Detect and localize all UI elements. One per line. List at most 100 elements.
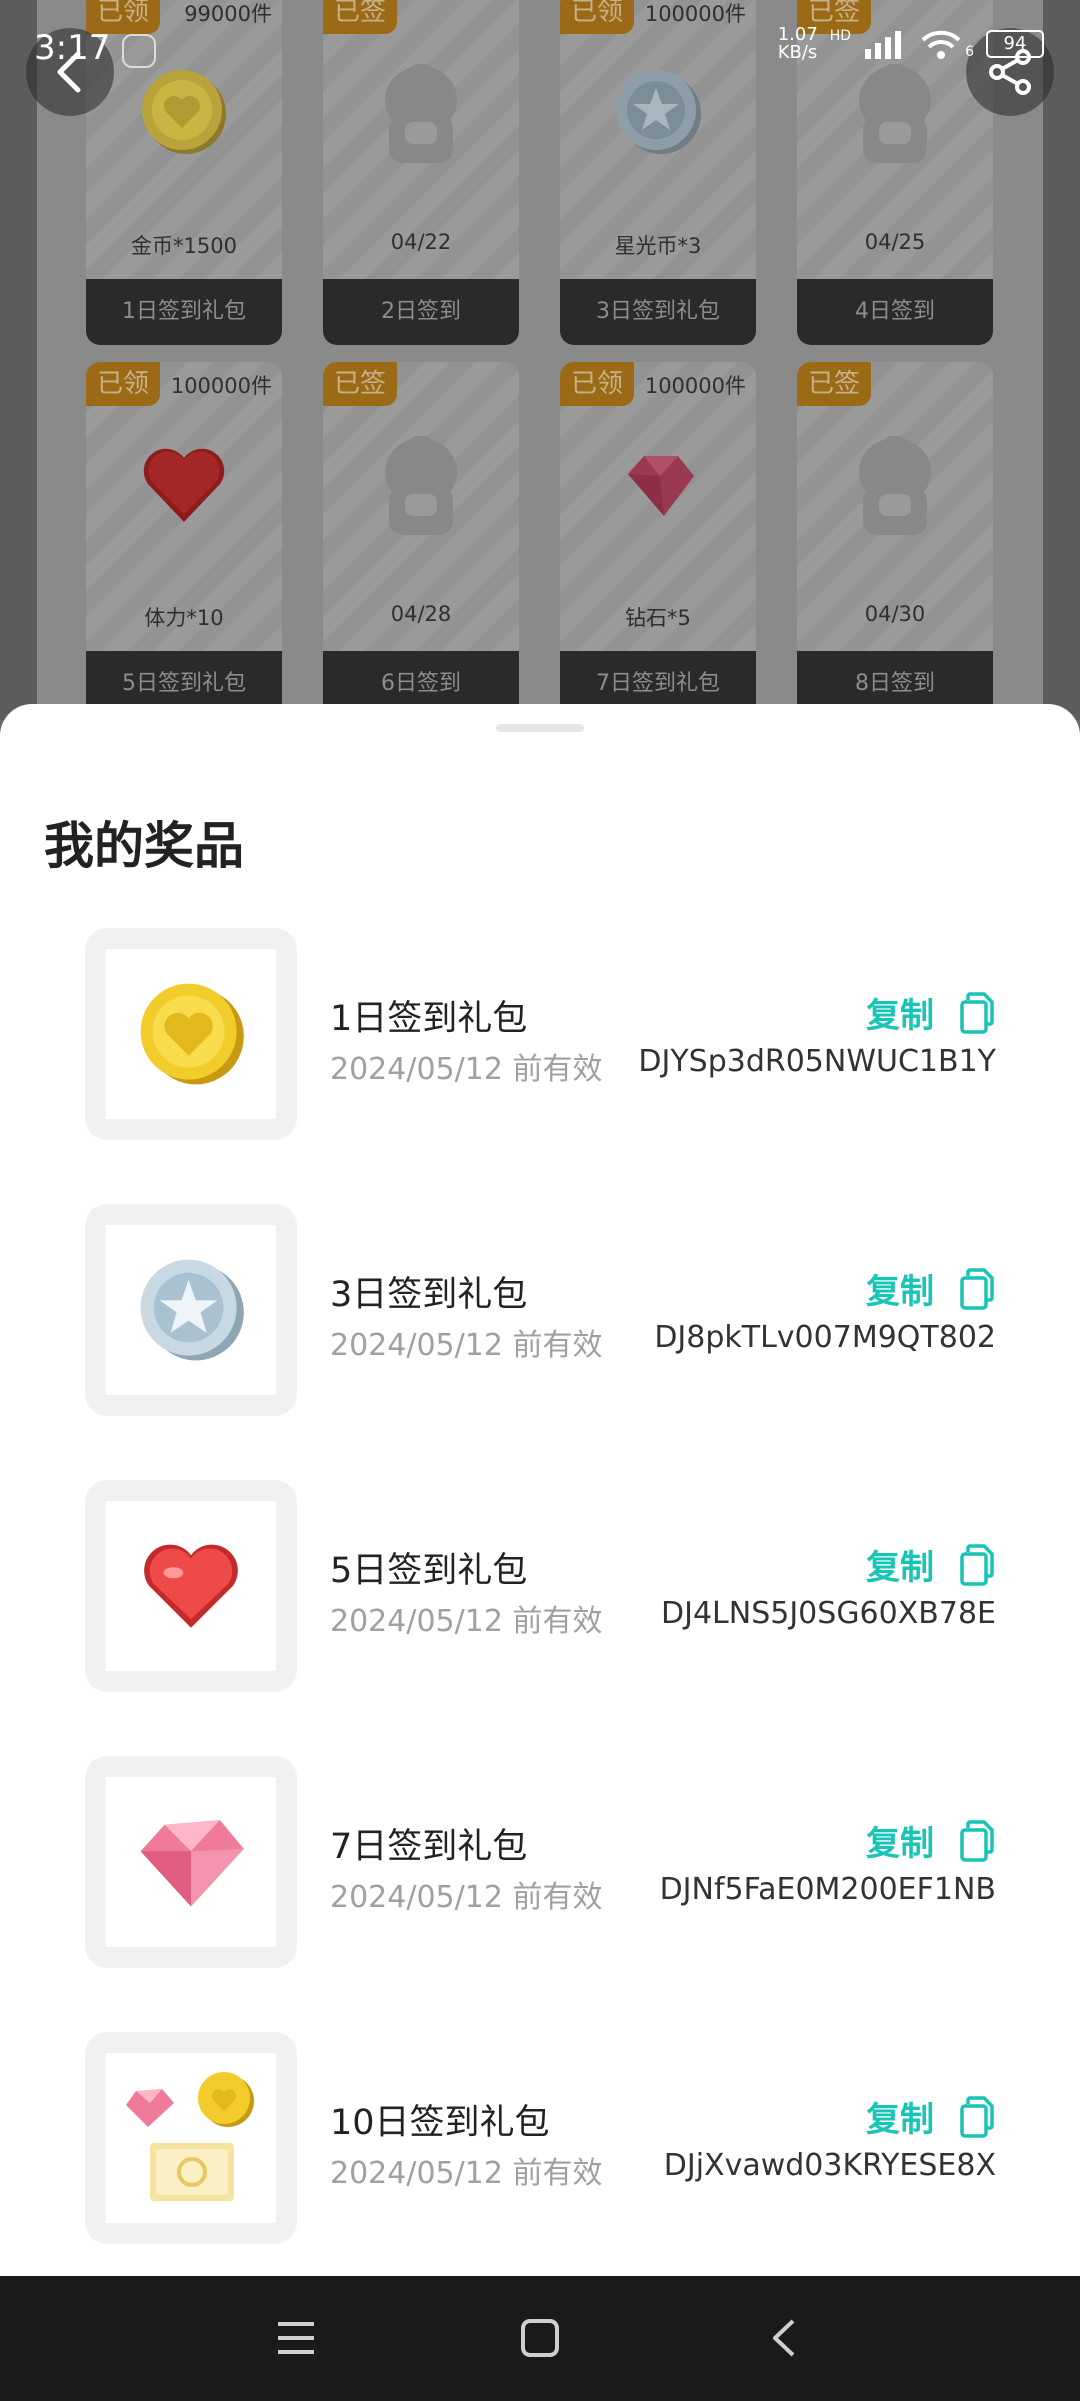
- sign-date: 04/25: [864, 230, 926, 254]
- status-time: 3:17: [34, 28, 111, 68]
- signal-icon: [865, 31, 902, 59]
- wifi-icon: [921, 30, 961, 59]
- signed-tag: 已签: [797, 362, 871, 406]
- mascot-placeholder-icon: [859, 436, 931, 535]
- calendar-card-day5[interactable]: 已领 100000件 体力*10 5日签到礼包: [86, 362, 282, 717]
- stock-count: 100000件: [644, 374, 746, 398]
- prize-name: 5日签到礼包: [330, 1551, 528, 1591]
- copy-icon: [960, 1543, 994, 1586]
- prize-text: 体力*10: [144, 606, 224, 630]
- prize-thumbnail: [85, 1204, 297, 1416]
- star-coin-icon: [616, 70, 701, 154]
- signed-tag: 已签: [323, 362, 397, 406]
- gold-coin-icon: [140, 983, 244, 1085]
- copy-label: 复制: [866, 996, 934, 1036]
- card-footer: 3日签到礼包: [560, 279, 756, 345]
- sheet-title: 我的奖品: [44, 817, 244, 875]
- calendar-card-day1[interactable]: 已领 99000件 金币*1500 1日签到礼包: [86, 0, 282, 345]
- hd-label: HD: [829, 28, 852, 44]
- system-back-button[interactable]: [758, 2312, 810, 2364]
- stock-count: 100000件: [644, 2, 746, 26]
- mascot-placeholder-icon: [859, 64, 931, 163]
- calendar-card-day2[interactable]: 已签 04/22 2日签到: [323, 0, 519, 345]
- home-square-icon: [521, 2319, 559, 2357]
- prize-expire-date: 2024/05/12 前有效: [330, 1328, 603, 1363]
- calendar-card-day6[interactable]: 已签 04/28 6日签到: [323, 362, 519, 717]
- signed-tag: 已签: [323, 0, 397, 34]
- prize-expire-date: 2024/05/12 前有效: [330, 1880, 603, 1915]
- gift-bundle-icon: [126, 2072, 254, 2201]
- recent-apps-button[interactable]: [270, 2312, 322, 2364]
- prize-redeem-code: DJNf5FaE0M200EF1NB: [659, 1872, 996, 1907]
- sign-in-calendar-background: 已领 99000件 金币*1500 1日签到礼包 已签 04/22 2日签到 已…: [0, 0, 1080, 720]
- status-indicators: 1.07 KB/s HD 6 94: [778, 26, 1044, 62]
- star-coin-icon: [140, 1259, 244, 1361]
- menu-icon: [278, 2322, 314, 2354]
- prize-name: 7日签到礼包: [330, 1827, 528, 1867]
- sign-date: 04/30: [864, 602, 926, 626]
- card-footer: 2日签到: [323, 279, 519, 345]
- notification-icon: [122, 34, 156, 68]
- stock-count: 99000件: [184, 2, 272, 26]
- prize-name: 3日签到礼包: [330, 1275, 528, 1315]
- card-footer: 1日签到礼包: [86, 279, 282, 345]
- copy-code-button[interactable]: 复制: [866, 988, 996, 1037]
- net-speed-unit: KB/s: [777, 42, 818, 63]
- prize-item: 3日签到礼包 2024/05/12 前有效 DJ8pkTLv007M9QT802…: [0, 1204, 1080, 1416]
- wifi-number: 6: [965, 44, 974, 60]
- copy-icon: [960, 1267, 994, 1310]
- sheet-drag-handle[interactable]: [496, 724, 584, 732]
- network-speed: 1.07 KB/s: [778, 26, 818, 62]
- copy-code-button[interactable]: 复制: [866, 1264, 996, 1313]
- copy-label: 复制: [866, 1272, 934, 1312]
- prize-item: 1日签到礼包 2024/05/12 前有效 DJYSp3dR05NWUC1B1Y…: [0, 928, 1080, 1140]
- sign-date: 04/28: [390, 602, 452, 626]
- prize-redeem-code: DJYSp3dR05NWUC1B1Y: [638, 1044, 996, 1079]
- prize-thumbnail: [85, 2032, 297, 2244]
- prize-thumbnail: [85, 1480, 297, 1692]
- claimed-tag: 已领: [560, 0, 634, 34]
- card-footer: 4日签到: [797, 279, 993, 345]
- calendar-card-day7[interactable]: 已领 100000件 钻石*5 7日签到礼包: [560, 362, 756, 717]
- prize-thumbnail: [85, 1756, 297, 1968]
- claimed-tag: 已领: [86, 362, 160, 406]
- copy-code-button[interactable]: 复制: [866, 1540, 996, 1589]
- stock-count: 100000件: [170, 374, 272, 398]
- claimed-tag: 已领: [560, 362, 634, 406]
- diamond-icon: [140, 1820, 244, 1907]
- calendar-card-day3[interactable]: 已领 100000件 星光币*3 3日签到礼包: [560, 0, 756, 345]
- calendar-card-day8[interactable]: 已签 04/30 8日签到: [797, 362, 993, 717]
- copy-label: 复制: [866, 2100, 934, 2140]
- copy-code-button[interactable]: 复制: [866, 2092, 996, 2141]
- system-navigation-bar: [0, 2276, 1080, 2401]
- copy-code-button[interactable]: 复制: [866, 1816, 996, 1865]
- copy-label: 复制: [866, 1548, 934, 1588]
- prize-name: 1日签到礼包: [330, 999, 528, 1039]
- copy-icon: [960, 2095, 994, 2138]
- prize-name: 10日签到礼包: [330, 2103, 550, 2143]
- prize-item: 7日签到礼包 2024/05/12 前有效 DJNf5FaE0M200EF1NB…: [0, 1756, 1080, 1968]
- gold-coin-icon: [142, 70, 226, 154]
- prize-item: 10日签到礼包 2024/05/12 前有效 DJjXvawd03KRYESE8…: [0, 2032, 1080, 2244]
- back-chevron-icon: [773, 2319, 795, 2357]
- copy-icon: [960, 991, 994, 1034]
- home-button[interactable]: [514, 2312, 566, 2364]
- prize-expire-date: 2024/05/12 前有效: [330, 2156, 603, 2191]
- prize-redeem-code: DJ4LNS5J0SG60XB78E: [661, 1596, 996, 1631]
- heart-icon: [144, 1544, 238, 1628]
- prize-thumbnail: [85, 928, 297, 1140]
- prize-redeem-code: DJjXvawd03KRYESE8X: [663, 2148, 996, 2183]
- battery-indicator: 94: [986, 30, 1044, 58]
- prize-text: 金币*1500: [131, 234, 237, 258]
- sign-date: 04/22: [390, 230, 452, 254]
- mascot-placeholder-icon: [385, 436, 457, 535]
- prize-item: 5日签到礼包 2024/05/12 前有效 DJ4LNS5J0SG60XB78E…: [0, 1480, 1080, 1692]
- mascot-placeholder-icon: [385, 64, 457, 163]
- prize-expire-date: 2024/05/12 前有效: [330, 1052, 603, 1087]
- my-prizes-sheet: 我的奖品 1日签到礼包 2024/05/12 前有效 DJYSp3dR05NWU…: [0, 704, 1080, 2276]
- copy-icon: [960, 1819, 994, 1862]
- copy-label: 复制: [866, 1824, 934, 1864]
- prize-redeem-code: DJ8pkTLv007M9QT802: [654, 1320, 996, 1355]
- diamond-icon: [628, 456, 694, 516]
- heart-icon: [143, 448, 225, 522]
